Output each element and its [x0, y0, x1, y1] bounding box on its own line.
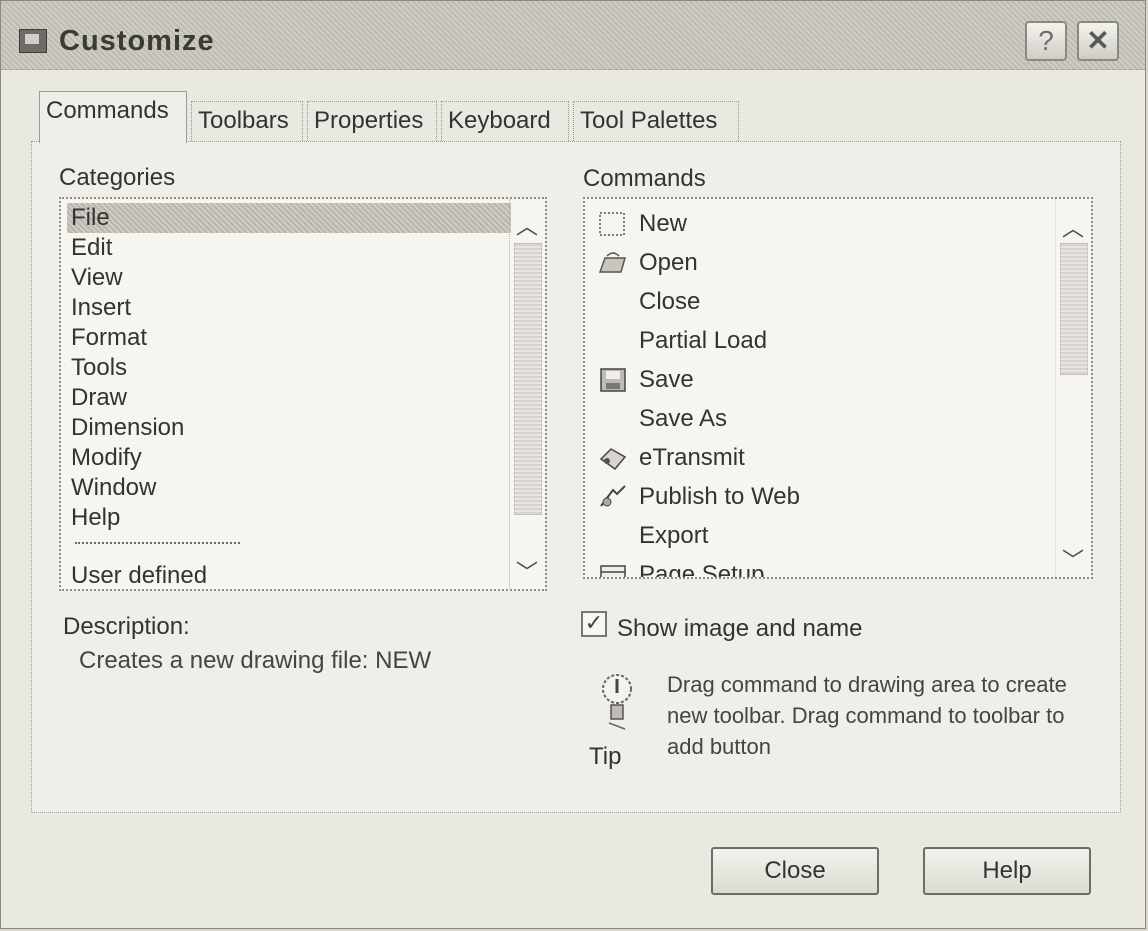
description-text: Creates a new drawing file: NEW	[79, 647, 432, 674]
help-button[interactable]: Help	[923, 847, 1091, 895]
app-icon	[19, 29, 47, 53]
category-item-file[interactable]: File	[67, 203, 511, 233]
command-item-export[interactable]: Export	[597, 519, 1047, 553]
help-title-button[interactable]: ?	[1025, 21, 1067, 61]
command-label: Save As	[639, 405, 728, 432]
command-label: Close	[639, 288, 701, 315]
scroll-down-icon[interactable]: ﹀	[516, 555, 538, 587]
command-item-new[interactable]: New	[597, 207, 1047, 241]
category-item-window[interactable]: Window	[71, 473, 156, 503]
scroll-up-icon[interactable]: ︿	[1062, 211, 1084, 243]
command-item-save-as[interactable]: Save As	[597, 402, 1047, 436]
categories-label: Categories	[59, 164, 176, 191]
open-folder-icon	[598, 252, 626, 273]
scroll-up-icon[interactable]: ︿	[516, 209, 538, 241]
publish-web-icon	[600, 485, 626, 507]
command-item-open[interactable]: Open	[597, 246, 1047, 280]
commands-label: Commands	[583, 165, 706, 192]
command-label: Open	[639, 249, 698, 276]
category-item-tools[interactable]: Tools	[71, 353, 127, 383]
command-item-etransmit[interactable]: eTransmit	[597, 441, 1047, 475]
tab-strip: Commands Toolbars Properties Keyboard To…	[31, 91, 1121, 143]
category-item-edit[interactable]: Edit	[71, 233, 112, 263]
command-item-close[interactable]: Close	[597, 285, 1047, 319]
category-item-insert[interactable]: Insert	[71, 293, 131, 323]
tab-commands[interactable]: Commands	[39, 91, 187, 143]
command-item-publish-to-web[interactable]: Publish to Web	[597, 480, 1047, 514]
category-item-view[interactable]: View	[71, 263, 123, 293]
scroll-thumb[interactable]	[514, 243, 542, 515]
tip-text: Drag command to drawing area to create n…	[667, 672, 1067, 759]
category-item-dimension[interactable]: Dimension	[71, 413, 184, 443]
command-item-partial-load[interactable]: Partial Load	[597, 324, 1047, 358]
category-item-user-defined[interactable]: User defined	[71, 561, 207, 591]
tab-properties[interactable]: Properties	[307, 101, 437, 141]
tab-keyboard[interactable]: Keyboard	[441, 101, 569, 141]
list-separator	[75, 542, 240, 544]
etransmit-icon	[599, 448, 627, 471]
title-bar[interactable]: Customize ? ✕	[1, 1, 1145, 70]
category-item-modify[interactable]: Modify	[71, 443, 142, 473]
tab-tool-palettes[interactable]: Tool Palettes	[573, 101, 739, 141]
category-item-format[interactable]: Format	[71, 323, 147, 353]
tab-toolbars[interactable]: Toolbars	[191, 101, 303, 141]
customize-dialog: Customize ? ✕ Commands Toolbars Properti…	[0, 0, 1146, 929]
commands-scrollbar[interactable]: ︿ ﹀	[1055, 199, 1091, 577]
show-image-checkbox[interactable]: ✓	[581, 611, 607, 637]
command-label: eTransmit	[639, 444, 745, 471]
command-item-page-setup[interactable]: Page Setup	[597, 558, 1047, 579]
command-label: Save	[639, 366, 694, 393]
categories-list[interactable]: File Edit View Insert Format Tools Draw …	[59, 197, 547, 591]
close-button[interactable]: Close	[711, 847, 879, 895]
commands-list[interactable]: New Open Close Partial Load Save Save As…	[583, 197, 1093, 579]
page-setup-icon	[600, 565, 626, 577]
command-label: Page Setup	[639, 561, 765, 579]
scroll-down-icon[interactable]: ﹀	[1062, 543, 1084, 575]
window-title: Customize	[59, 25, 215, 57]
command-label: New	[639, 210, 688, 237]
show-image-label[interactable]: Show image and name	[617, 615, 862, 643]
save-disk-icon	[600, 368, 626, 392]
category-item-draw[interactable]: Draw	[71, 383, 127, 413]
scroll-thumb[interactable]	[1060, 243, 1088, 375]
category-item-help[interactable]: Help	[71, 503, 120, 533]
command-label: Partial Load	[639, 327, 768, 354]
tip-label: Tip	[589, 743, 622, 770]
close-title-button[interactable]: ✕	[1077, 21, 1119, 61]
categories-scrollbar[interactable]: ︿ ﹀	[509, 199, 545, 589]
lightbulb-icon	[602, 674, 632, 730]
command-label: Publish to Web	[639, 483, 800, 510]
command-label: Export	[639, 522, 709, 549]
command-item-save[interactable]: Save	[597, 363, 1047, 397]
description-label: Description:	[63, 613, 190, 640]
new-document-icon	[599, 212, 625, 236]
